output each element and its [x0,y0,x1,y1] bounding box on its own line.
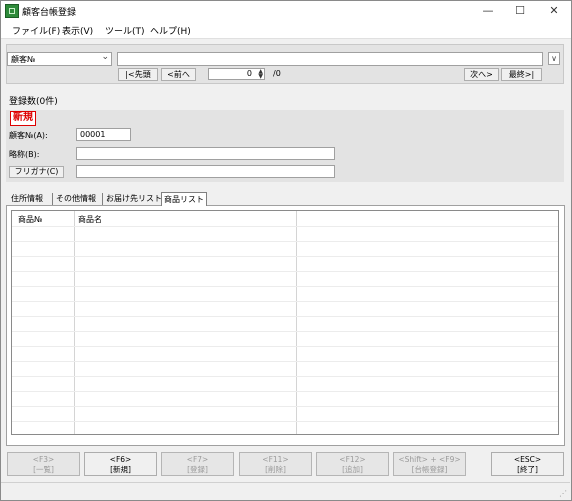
record-index-value: 0 [246,69,252,78]
customer-no-label: 顧客№(A): [9,131,48,140]
f11-label: [削除] [265,465,286,474]
grid-row-line [12,271,558,272]
menu-file[interactable]: ファイル(F) [12,24,60,37]
shift-f9-label: [台帳登録] [411,465,448,474]
app-icon [5,4,19,18]
f12-add-button[interactable]: <F12> [追加] [316,452,389,476]
grid-row-line [12,376,558,377]
grid-column-divider [74,211,75,434]
expand-button[interactable]: ∨ [548,52,560,65]
grid-row-line [12,346,558,347]
esc-label: [終了] [517,465,538,474]
spin-arrows-icon[interactable]: ▲ ▼ [258,69,263,80]
resize-grip-icon[interactable]: ⋰ [559,489,567,498]
prev-record-button[interactable]: <前へ [161,68,196,81]
tab-delivery-list[interactable]: お届け先リスト [104,192,164,205]
f6-label: [新規] [110,465,131,474]
f3-key: <F3> [32,455,55,464]
customer-no-input[interactable]: 00001 [76,128,131,141]
shift-f9-key: <Shift> + <F9> [398,455,461,464]
shift-f9-ledger-button[interactable]: <Shift> + <F9> [台帳登録] [393,452,466,476]
record-total: /0 [273,69,281,78]
window-title: 顧客台帳登録 [22,8,77,18]
grid-row-line [12,286,558,287]
grid-row-line [12,391,558,392]
grid-row-line [12,421,558,422]
furigana-input[interactable] [76,165,335,178]
f7-key: <F7> [186,455,209,464]
tab-address-info[interactable]: 住所情報 [9,192,45,205]
menu-view[interactable]: 表示(V) [62,24,93,37]
grid-row-line [12,256,558,257]
chevron-down-icon: ⌄ [101,52,109,62]
grid-header-product-name[interactable]: 商品名 [78,214,102,225]
grid-column-divider [296,211,297,434]
furigana-button[interactable]: フリガナ(C) [9,166,64,178]
grid-row-line [12,331,558,332]
f11-key: <F11> [262,455,289,464]
search-input[interactable] [117,52,543,66]
grid-row-line [12,361,558,362]
product-grid[interactable]: 商品№ 商品名 [11,210,559,435]
f12-key: <F12> [339,455,366,464]
record-index-stepper[interactable]: 0 ▲ ▼ [208,68,265,80]
mode-badge: 新規 [10,111,36,126]
grid-row-line [12,406,558,407]
grid-row-line [12,241,558,242]
record-count: 登録数(0件) [9,97,58,107]
f7-register-button[interactable]: <F7> [登録] [161,452,234,476]
grid-row-line [12,226,558,227]
tab-product-list[interactable]: 商品リスト [161,192,207,206]
tab-strip-line [6,205,565,206]
f6-key: <F6> [109,455,132,464]
grid-header-product-no[interactable]: 商品№ [18,214,42,225]
search-field-select-value: 顧客№ [11,55,36,64]
short-name-input[interactable] [76,147,335,160]
search-field-select[interactable]: 顧客№ ⌄ [7,52,112,66]
tab-separator [52,193,53,205]
f3-label: [一覧] [33,465,54,474]
status-bar: ⋰ [1,482,570,500]
menu-help[interactable]: ヘルプ(H) [150,24,191,37]
last-record-button[interactable]: 最終>| [501,68,542,81]
esc-key: <ESC> [513,455,542,464]
short-name-label: 略称(B): [9,150,40,159]
menu-bar: ファイル(F) 表示(V) ツール(T) ヘルプ(H) [1,21,571,39]
close-button[interactable]: ✕ [538,1,570,21]
minimize-button[interactable]: — [472,1,504,21]
grid-row-line [12,316,558,317]
first-record-button[interactable]: |<先頭 [118,68,158,81]
title-bar: 顧客台帳登録 — ☐ ✕ [1,1,571,21]
esc-exit-button[interactable]: <ESC> [終了] [491,452,564,476]
next-record-button[interactable]: 次へ> [464,68,499,81]
grid-row-line [12,301,558,302]
f6-new-button[interactable]: <F6> [新規] [84,452,157,476]
menu-tools[interactable]: ツール(T) [105,24,145,37]
f7-label: [登録] [187,465,208,474]
maximize-button[interactable]: ☐ [504,1,536,21]
f12-label: [追加] [342,465,363,474]
f3-list-button[interactable]: <F3> [一覧] [7,452,80,476]
tab-separator [102,193,103,205]
f11-delete-button[interactable]: <F11> [削除] [239,452,312,476]
tab-other-info[interactable]: その他情報 [54,192,98,205]
